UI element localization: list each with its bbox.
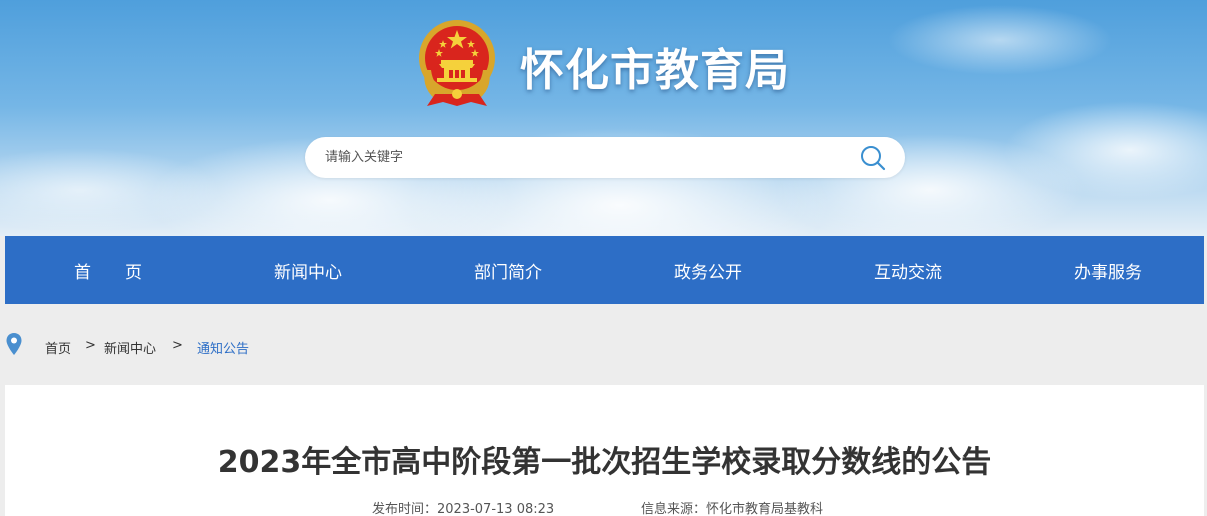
nav-item-interaction[interactable]: 互动交流 <box>808 236 1008 304</box>
site-header: 怀化市教育局 <box>0 0 1207 236</box>
nav-item-government-affairs[interactable]: 政务公开 <box>608 236 808 304</box>
breadcrumb-news[interactable]: 新闻中心 <box>104 338 156 357</box>
site-title: 怀化市教育局 <box>520 45 790 96</box>
nav-item-services[interactable]: 办事服务 <box>1008 236 1207 304</box>
national-emblem-icon <box>419 20 495 106</box>
search-input[interactable] <box>325 137 845 178</box>
breadcrumb-separator: > <box>85 338 96 353</box>
nav-item-department[interactable]: 部门简介 <box>408 236 608 304</box>
search-icon[interactable] <box>859 144 887 172</box>
nav-item-home[interactable]: 首 页 <box>8 236 208 304</box>
breadcrumb-notices[interactable]: 通知公告 <box>197 338 249 357</box>
breadcrumb-home[interactable]: 首页 <box>45 338 71 357</box>
publish-time: 发布时间：2023-07-13 08:23 <box>372 498 554 516</box>
location-pin-icon <box>6 333 22 355</box>
article-source: 信息来源：怀化市教育局基教科 <box>641 498 823 516</box>
publish-time-label: 发布时间： <box>372 502 438 516</box>
main-nav: 首 页 新闻中心 部门简介 政务公开 互动交流 办事服务 <box>5 236 1204 304</box>
article-panel: 2023年全市高中阶段第一批次招生学校录取分数线的公告 发布时间：2023-07… <box>5 385 1204 516</box>
publish-time-value: 2023-07-13 08:23 <box>437 502 555 516</box>
source-label: 信息来源： <box>641 502 707 516</box>
article-title: 2023年全市高中阶段第一批次招生学校录取分数线的公告 <box>217 445 992 480</box>
breadcrumb: 首页 > 新闻中心 > 通知公告 <box>0 322 1207 370</box>
nav-item-news[interactable]: 新闻中心 <box>208 236 408 304</box>
breadcrumb-separator: > <box>172 338 183 353</box>
search-box <box>305 137 905 178</box>
source-value: 怀化市教育局基教科 <box>706 502 824 516</box>
